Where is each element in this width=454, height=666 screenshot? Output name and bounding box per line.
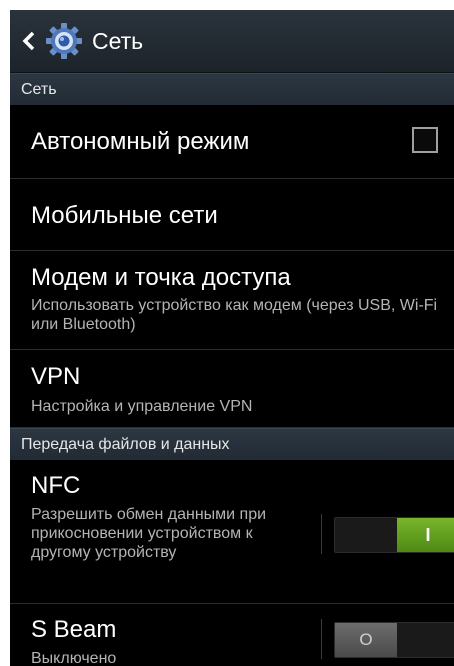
mobile-networks-title: Мобильные сети — [31, 202, 218, 229]
airplane-mode-item[interactable]: Автономный режим — [10, 105, 454, 179]
vpn-subtitle: Настройка и управление VPN — [31, 398, 253, 415]
airplane-mode-checkbox[interactable] — [412, 127, 438, 153]
sbeam-item[interactable]: S Beam Выключено O — [10, 604, 454, 666]
page-title: Сеть — [92, 27, 144, 54]
section-header-transfer: Передача файлов и данных — [10, 428, 454, 460]
toggle-divider — [321, 619, 322, 659]
toggle-divider — [321, 514, 322, 554]
toggle-off-glyph: O — [359, 630, 373, 649]
vpn-item[interactable]: VPN Настройка и управление VPN — [10, 350, 454, 428]
tethering-item[interactable]: Модем и точка доступа Использовать устро… — [10, 251, 454, 350]
back-arrow-icon[interactable] — [18, 30, 40, 52]
nfc-subtitle: Разрешить обмен данными при прикосновени… — [31, 506, 267, 561]
vpn-title: VPN — [31, 363, 81, 390]
sbeam-toggle-thumb: O — [335, 623, 397, 657]
nfc-item[interactable]: NFC Разрешить обмен данными при прикосно… — [10, 460, 454, 604]
settings-gear-icon — [44, 21, 84, 61]
sbeam-toggle[interactable]: O — [321, 619, 454, 659]
nfc-toggle[interactable]: I — [321, 514, 454, 554]
tethering-title: Модем и точка доступа — [31, 264, 291, 291]
nfc-title: NFC — [31, 472, 81, 499]
tethering-subtitle: Использовать устройство как модем (через… — [31, 297, 438, 333]
settings-screen: Сеть Сеть Автономный режим Мобильные сет… — [10, 10, 454, 666]
toggle-on-glyph: I — [425, 524, 431, 545]
airplane-mode-title: Автономный режим — [31, 128, 250, 155]
section-header-network: Сеть — [10, 73, 454, 105]
action-bar: Сеть — [10, 10, 454, 73]
nfc-toggle-thumb: I — [397, 518, 454, 552]
mobile-networks-item[interactable]: Мобильные сети — [10, 179, 454, 251]
